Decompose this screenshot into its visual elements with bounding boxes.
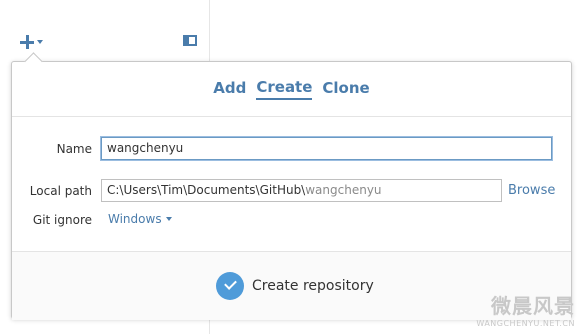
git-ignore-label: Git ignore [32, 213, 92, 227]
add-repository-popover: Add Create Clone Name wangchenyu Local p… [11, 52, 572, 320]
watermark: 微晨风景 WANGCHENYU.NET.CN [476, 290, 575, 328]
local-path-repo: wangchenyu [305, 183, 382, 197]
name-label: Name [56, 142, 92, 156]
browse-button[interactable]: Browse [508, 183, 555, 198]
local-path-label: Local path [29, 184, 92, 198]
local-path-base: C:\Users\Tim\Documents\GitHub\ [107, 183, 306, 197]
add-repository-button[interactable] [20, 33, 43, 51]
name-input[interactable]: wangchenyu [101, 137, 552, 160]
chevron-down-icon [165, 217, 172, 221]
sidebar-toggle-icon[interactable] [183, 35, 197, 46]
tab-create[interactable]: Create [256, 78, 313, 100]
watermark-sub: WANGCHENYU.NET.CN [476, 319, 575, 328]
create-repository-button[interactable]: Create repository [216, 272, 374, 300]
plus-icon [20, 35, 34, 49]
git-ignore-select[interactable]: Windows [108, 212, 172, 226]
name-input-value: wangchenyu [107, 141, 184, 155]
watermark-main: 微晨风景 [491, 294, 575, 318]
tab-clone[interactable]: Clone [322, 79, 369, 99]
git-ignore-value: Windows [108, 212, 162, 226]
create-repository-label: Create repository [252, 278, 374, 294]
check-circle-icon [216, 272, 244, 300]
tab-add[interactable]: Add [213, 79, 246, 99]
local-path-input[interactable]: C:\Users\Tim\Documents\GitHub\wangchenyu [101, 179, 502, 202]
tab-bar: Add Create Clone [12, 62, 571, 117]
chevron-down-icon [37, 40, 43, 44]
